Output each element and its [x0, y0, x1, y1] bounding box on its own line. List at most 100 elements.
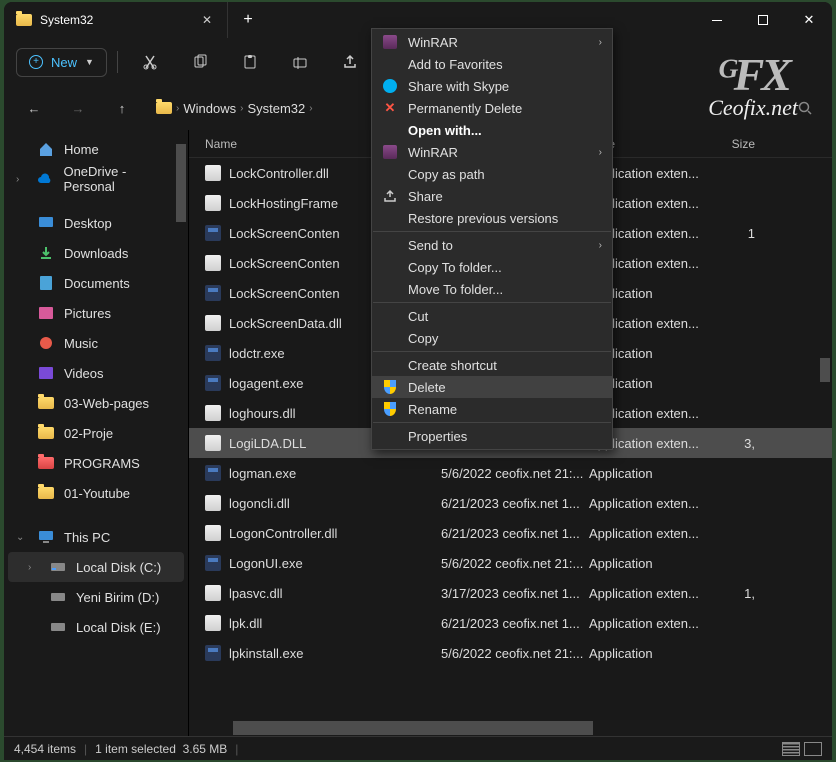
- chevron-right-icon[interactable]: ›: [28, 562, 40, 573]
- chevron-right-icon: ›: [240, 103, 243, 114]
- file-row[interactable]: LogonUI.exe5/6/2022 ceofix.net 21:...App…: [189, 548, 832, 578]
- rename-button[interactable]: [278, 44, 322, 80]
- menu-properties[interactable]: Properties: [372, 425, 612, 447]
- file-name: LockScreenConten: [229, 256, 340, 271]
- crumb-windows[interactable]: Windows: [183, 101, 236, 116]
- file-name: LockScreenConten: [229, 286, 340, 301]
- file-row[interactable]: logman.exe5/6/2022 ceofix.net 21:...Appl…: [189, 458, 832, 488]
- thumbnails-view-button[interactable]: [804, 742, 822, 756]
- search-button[interactable]: [790, 93, 820, 123]
- menu-restore-versions[interactable]: Restore previous versions: [372, 207, 612, 229]
- file-icon: [205, 195, 221, 211]
- sidebar-drive-c[interactable]: ›Local Disk (C:): [8, 552, 184, 582]
- minimize-button[interactable]: [694, 2, 740, 38]
- sidebar-documents[interactable]: Documents: [8, 268, 184, 298]
- file-size: 1,: [713, 586, 763, 601]
- skype-icon: [383, 79, 397, 93]
- menu-cut[interactable]: Cut: [372, 305, 612, 327]
- menu-winrar2[interactable]: WinRAR›: [372, 141, 612, 163]
- folder-icon: [38, 397, 54, 409]
- new-tab-button[interactable]: +: [228, 11, 268, 29]
- file-icon: [205, 315, 221, 331]
- close-tab-button[interactable]: ✕: [199, 12, 215, 28]
- sidebar-drive-d[interactable]: Yeni Birim (D:): [8, 582, 184, 612]
- share-button[interactable]: [328, 44, 372, 80]
- sidebar-videos[interactable]: Videos: [8, 358, 184, 388]
- details-view-button[interactable]: [782, 742, 800, 756]
- scrollbar-thumb[interactable]: [233, 721, 593, 735]
- disk-icon: [50, 589, 66, 605]
- chevron-down-icon[interactable]: ⌄: [16, 532, 28, 543]
- copy-button[interactable]: [178, 44, 222, 80]
- forward-button[interactable]: →: [60, 92, 96, 124]
- file-date: 5/6/2022 ceofix.net 21:...: [441, 556, 589, 571]
- new-button[interactable]: + New ▼: [16, 48, 107, 77]
- back-button[interactable]: ←: [16, 92, 52, 124]
- menu-move-to-folder[interactable]: Move To folder...: [372, 278, 612, 300]
- sidebar-folder-web[interactable]: 03-Web-pages: [8, 388, 184, 418]
- col-size[interactable]: Size: [713, 137, 763, 151]
- status-items: 4,454 items: [14, 742, 76, 756]
- sidebar-downloads[interactable]: Downloads: [8, 238, 184, 268]
- menu-permanently-delete[interactable]: ✕Permanently Delete: [372, 97, 612, 119]
- sidebar-home[interactable]: Home: [8, 134, 184, 164]
- paste-button[interactable]: [228, 44, 272, 80]
- menu-create-shortcut[interactable]: Create shortcut: [372, 354, 612, 376]
- file-type: Application exten...: [589, 496, 713, 511]
- file-icon: [205, 225, 221, 241]
- menu-add-favorites[interactable]: Add to Favorites: [372, 53, 612, 75]
- file-row[interactable]: lpasvc.dll3/17/2023 ceofix.net 1...Appli…: [189, 578, 832, 608]
- tab-system32[interactable]: System32 ✕: [4, 2, 228, 38]
- menu-rename[interactable]: Rename: [372, 398, 612, 420]
- file-row[interactable]: lpkinstall.exe5/6/2022 ceofix.net 21:...…: [189, 638, 832, 668]
- file-name: LockScreenData.dll: [229, 316, 342, 331]
- file-name: loghours.dll: [229, 406, 296, 421]
- cut-button[interactable]: [128, 44, 172, 80]
- menu-winrar[interactable]: WinRAR›: [372, 31, 612, 53]
- menu-send-to[interactable]: Send to›: [372, 234, 612, 256]
- sidebar-music[interactable]: Music: [8, 328, 184, 358]
- sidebar-folder-youtube[interactable]: 01-Youtube: [8, 478, 184, 508]
- file-type: Application exten...: [589, 616, 713, 631]
- crumb-system32[interactable]: System32: [247, 101, 305, 116]
- sidebar-folder-programs[interactable]: PROGRAMS: [8, 448, 184, 478]
- file-icon: [205, 495, 221, 511]
- up-button[interactable]: ↑: [104, 92, 140, 124]
- disk-icon: [50, 559, 66, 575]
- x-icon: ✕: [385, 100, 396, 116]
- file-row[interactable]: LogonController.dll6/21/2023 ceofix.net …: [189, 518, 832, 548]
- chevron-right-icon: ›: [176, 103, 179, 114]
- sidebar-pictures[interactable]: Pictures: [8, 298, 184, 328]
- scrollbar-thumb[interactable]: [820, 358, 830, 382]
- maximize-button[interactable]: [740, 2, 786, 38]
- file-name: lpk.dll: [229, 616, 262, 631]
- menu-copy-to-folder[interactable]: Copy To folder...: [372, 256, 612, 278]
- sidebar-drive-e[interactable]: Local Disk (E:): [8, 612, 184, 642]
- menu-share-skype[interactable]: Share with Skype: [372, 75, 612, 97]
- menu-copy-path[interactable]: Copy as path: [372, 163, 612, 185]
- menu-share[interactable]: Share: [372, 185, 612, 207]
- sidebar: Home › OneDrive - Personal Desktop Downl…: [4, 130, 189, 736]
- file-row[interactable]: lpk.dll 6/21/2023 ceofix.net 1...Applicat…: [189, 608, 832, 638]
- file-row[interactable]: logoncli.dll6/21/2023 ceofix.net 1...App…: [189, 488, 832, 518]
- menu-copy[interactable]: Copy: [372, 327, 612, 349]
- horizontal-scrollbar[interactable]: [189, 720, 832, 736]
- chevron-right-icon[interactable]: ›: [16, 174, 27, 185]
- sidebar-thispc[interactable]: ⌄This PC: [8, 522, 184, 552]
- menu-open-with[interactable]: Open with...: [372, 119, 612, 141]
- menu-delete[interactable]: Delete: [372, 376, 612, 398]
- close-window-button[interactable]: ✕: [786, 2, 832, 38]
- file-date: 6/21/2023 ceofix.net 1...: [441, 616, 589, 631]
- file-name: lodctr.exe: [229, 346, 285, 361]
- winrar-icon: [383, 145, 397, 159]
- sidebar-onedrive[interactable]: › OneDrive - Personal: [8, 164, 184, 194]
- shield-icon: [384, 380, 396, 394]
- file-icon: [205, 525, 221, 541]
- folder-icon: [38, 427, 54, 439]
- chevron-right-icon: ›: [309, 103, 312, 114]
- scrollbar-thumb[interactable]: [176, 144, 186, 222]
- context-menu: WinRAR› Add to Favorites Share with Skyp…: [371, 28, 613, 450]
- sidebar-folder-proje[interactable]: 02-Proje: [8, 418, 184, 448]
- file-name: lpasvc.dll: [229, 586, 282, 601]
- sidebar-desktop[interactable]: Desktop: [8, 208, 184, 238]
